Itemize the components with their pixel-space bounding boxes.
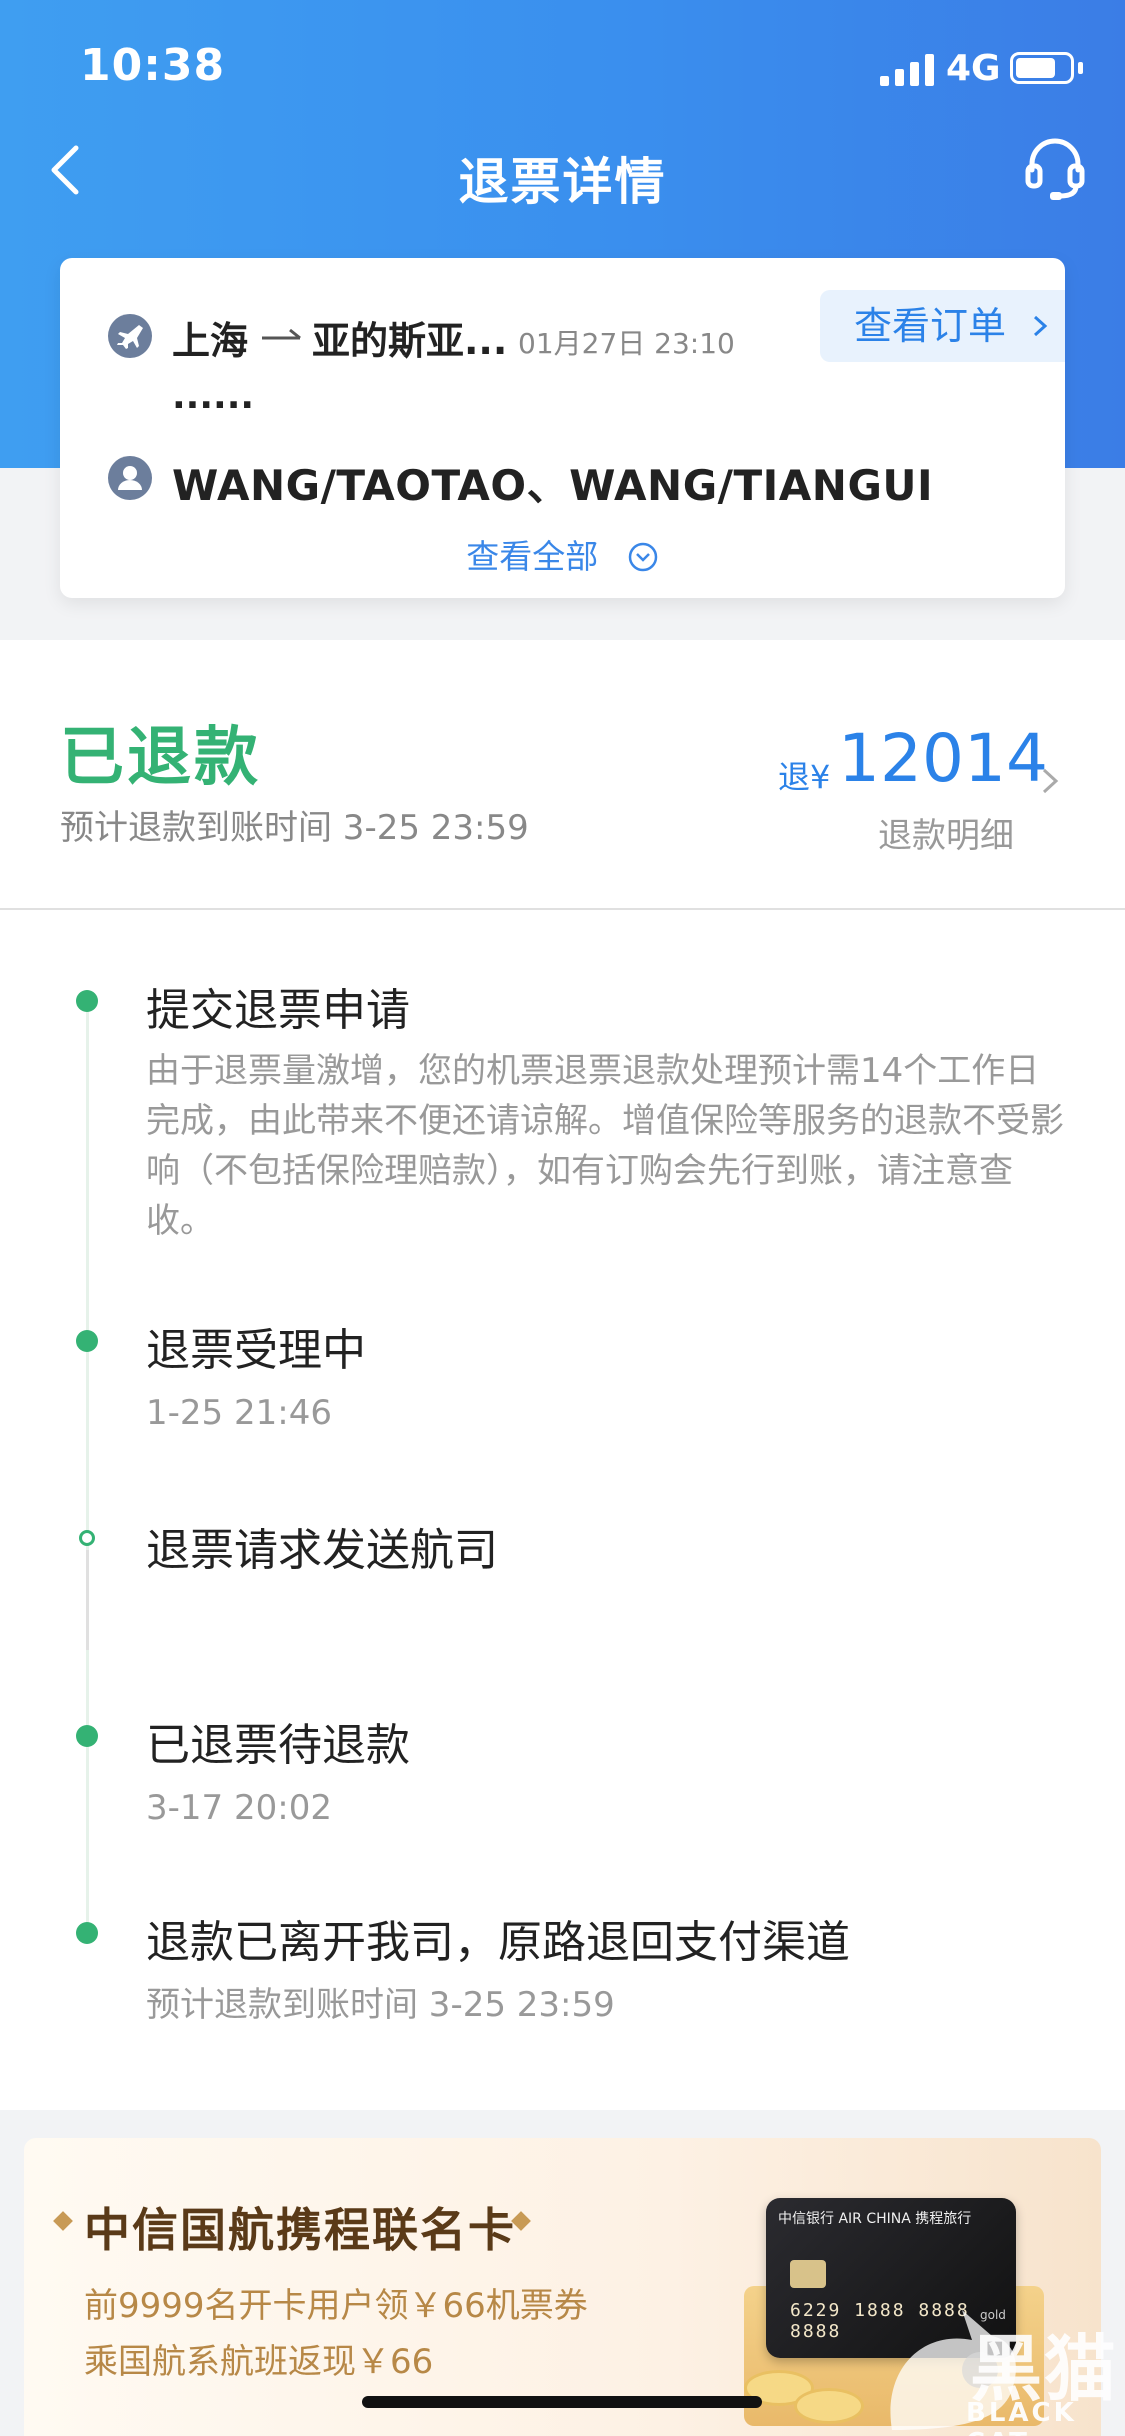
banner-offer-1: 前9999名开卡用户领￥66机票券: [84, 2286, 588, 2326]
order-card: 上海 亚的斯亚... 01月27日 23:10 查看订单 ...... WANG…: [60, 258, 1065, 598]
route-destination: 亚的斯亚...: [312, 319, 508, 363]
timeline-dot: [76, 990, 98, 1012]
battery-cap: [1078, 62, 1083, 74]
diamond-icon: [53, 2211, 73, 2231]
banner-title: 中信国航携程联名卡: [84, 2203, 516, 2257]
status-bar: 10:38 4G: [0, 0, 1125, 140]
refund-status: 已退款: [60, 721, 261, 795]
view-all-button[interactable]: 查看全部: [60, 530, 1065, 578]
chevron-down-circle-icon: [628, 542, 657, 572]
refund-detail-link[interactable]: 退款明细: [878, 808, 1014, 857]
view-all-label: 查看全部: [466, 537, 599, 576]
home-indicator[interactable]: [362, 2396, 762, 2408]
passenger-names: WANG/TAOTAO、WANG/TIANGUI: [172, 461, 934, 510]
refund-summary: 已退款 预计退款到账时间 3-25 23:59 退¥ 12014 退款明细: [0, 640, 1125, 910]
timeline-step-desc: 1-25 21:46: [146, 1393, 332, 1433]
chevron-right-icon: [1033, 315, 1048, 337]
plane-icon: [108, 314, 152, 358]
timeline-step-title: 提交退票申请: [146, 985, 410, 1036]
battery-fill: [1016, 58, 1055, 78]
timeline-step-title: 已退票待退款: [146, 1720, 410, 1771]
timeline-step-title: 退票请求发送航司: [146, 1525, 498, 1576]
route-ellipsis: ......: [172, 376, 255, 417]
battery-icon: [1010, 52, 1074, 84]
refund-timeline: 提交退票申请 由于退票量激增，您的机票退票退款处理预计需14个工作日完成，由此带…: [0, 910, 1125, 2110]
timeline-dot: [76, 1725, 98, 1747]
customer-service-button[interactable]: [1020, 132, 1090, 202]
refund-amount-prefix: 退¥: [778, 758, 831, 796]
refund-amount[interactable]: 12014: [838, 720, 1048, 797]
timeline-step-desc: 由于退票量激增，您的机票退票退款处理预计需14个工作日完成，由此带来不便还请谅解…: [146, 1051, 1064, 1241]
status-time: 10:38: [80, 40, 226, 91]
watermark-subtext: BLACK CAT: [966, 2398, 1077, 2436]
route-arrow-icon: [262, 328, 301, 340]
view-order-label: 查看订单: [854, 304, 1007, 348]
signal-icon: [880, 54, 934, 86]
coin-icon: [794, 2388, 864, 2424]
route-origin: 上海: [172, 319, 249, 363]
refund-eta: 预计退款到账时间 3-25 23:59: [60, 808, 529, 848]
flight-datetime: 01月27日 23:10: [518, 327, 735, 360]
timeline-line: [86, 990, 89, 1940]
network-label: 4G: [946, 48, 1001, 89]
timeline-step-desc: 3-17 20:02: [146, 1788, 332, 1828]
card-brand: 中信银行 AIR CHINA 携程旅行: [778, 2211, 972, 2227]
timeline-dot: [79, 1530, 95, 1546]
banner-offer-2: 乘国航系航班返现￥66: [84, 2342, 434, 2382]
timeline-dot: [76, 1922, 98, 1944]
timeline-step-title: 退款已离开我司，原路退回支付渠道: [146, 1917, 850, 1968]
timeline-line-segment: [86, 1550, 89, 1650]
person-icon: [108, 456, 152, 500]
timeline-step-title: 退票受理中: [146, 1325, 366, 1376]
card-chip-icon: [790, 2260, 826, 2288]
timeline-step-desc: 预计退款到账时间 3-25 23:59: [146, 1985, 615, 2025]
chevron-right-icon[interactable]: [1040, 766, 1060, 796]
view-order-button[interactable]: 查看订单: [820, 290, 1065, 362]
page-title: 退票详情: [458, 153, 667, 211]
timeline-dot: [76, 1330, 98, 1352]
